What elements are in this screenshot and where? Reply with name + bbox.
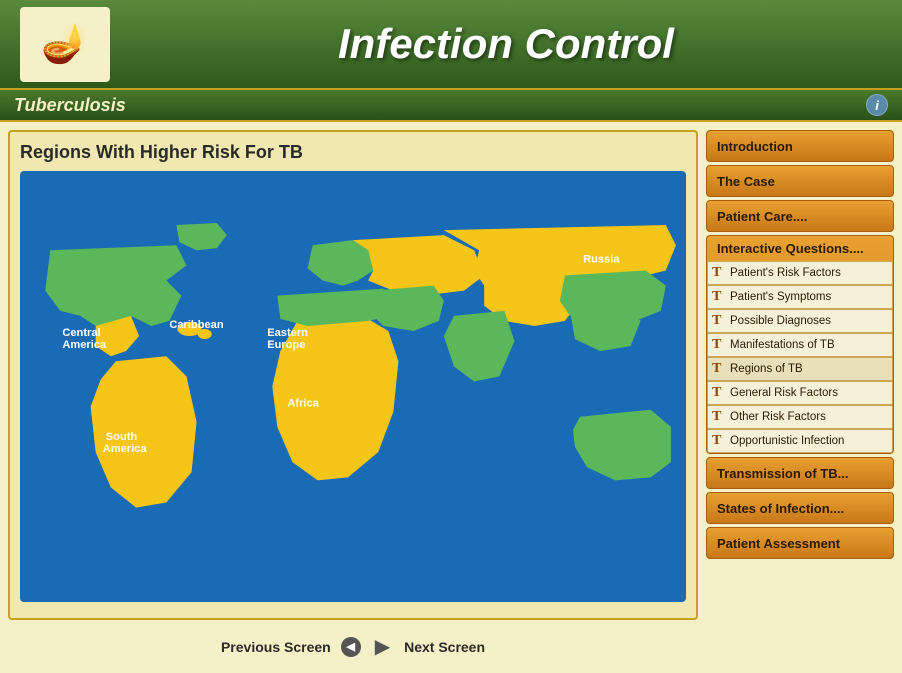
prev-button[interactable]: Previous Screen◀ xyxy=(221,637,361,657)
the-case-label: The Case xyxy=(717,174,775,189)
left-panel: Regions With Higher Risk For TB xyxy=(8,130,698,665)
sub-item-patients-risk[interactable]: T Patient's Risk Factors xyxy=(707,261,893,285)
manifestations-tb-label: Manifestations of TB xyxy=(730,339,835,351)
patient-assessment-label: Patient Assessment xyxy=(717,536,840,551)
sub-item-opportunistic[interactable]: T Opportunistic Infection xyxy=(707,429,893,453)
interactive-questions-header[interactable]: Interactive Questions.... xyxy=(707,236,893,261)
app-title: Infection Control xyxy=(130,20,882,68)
navigation-buttons: Previous Screen◀ ▶ Next Screen xyxy=(8,628,698,665)
t-icon-7: T xyxy=(712,409,726,425)
map-wrapper: Central America Caribbean Eastern Europe… xyxy=(20,171,686,602)
sidebar-item-the-case[interactable]: The Case xyxy=(706,165,894,197)
sub-header: Tuberculosis i xyxy=(0,88,902,122)
sidebar-item-patient-care[interactable]: Patient Care.... xyxy=(706,200,894,232)
patient-care-label: Patient Care.... xyxy=(717,209,807,224)
world-map-svg: Central America Caribbean Eastern Europe… xyxy=(20,171,686,602)
opportunistic-label: Opportunistic Infection xyxy=(730,435,844,447)
sidebar-item-patient-assessment[interactable]: Patient Assessment xyxy=(706,527,894,559)
next-arrow-icon: ▶ xyxy=(375,634,390,659)
sidebar-item-introduction[interactable]: Introduction xyxy=(706,130,894,162)
sub-item-possible-diagnoses[interactable]: T Possible Diagnoses xyxy=(707,309,893,333)
t-icon-4: T xyxy=(712,337,726,353)
sidebar: Introduction The Case Patient Care.... I… xyxy=(706,130,894,665)
states-infection-label: States of Infection.... xyxy=(717,501,844,516)
sub-item-regions-tb[interactable]: T Regions of TB xyxy=(707,357,893,381)
transmission-label: Transmission of TB... xyxy=(717,466,848,481)
map-container: Regions With Higher Risk For TB xyxy=(8,130,698,620)
sub-item-other-risk[interactable]: T Other Risk Factors xyxy=(707,405,893,429)
patients-symptoms-label: Patient's Symptoms xyxy=(730,291,831,303)
header: 🪔 Infection Control xyxy=(0,0,902,88)
t-icon-2: T xyxy=(712,289,726,305)
interactive-questions-group: Interactive Questions.... T Patient's Ri… xyxy=(706,235,894,454)
sidebar-item-transmission[interactable]: Transmission of TB... xyxy=(706,457,894,489)
sub-item-manifestations-tb[interactable]: T Manifestations of TB xyxy=(707,333,893,357)
other-risk-label: Other Risk Factors xyxy=(730,411,826,423)
logo: 🪔 xyxy=(20,7,110,82)
info-button[interactable]: i xyxy=(866,94,888,116)
prev-label: Previous Screen xyxy=(221,639,331,655)
general-risk-label: General Risk Factors xyxy=(730,387,838,399)
t-icon-5: T xyxy=(712,361,726,377)
sub-item-patients-symptoms[interactable]: T Patient's Symptoms xyxy=(707,285,893,309)
t-icon-1: T xyxy=(712,265,726,281)
sub-item-general-risk[interactable]: T General Risk Factors xyxy=(707,381,893,405)
main-content: Regions With Higher Risk For TB xyxy=(0,122,902,673)
patients-risk-label: Patient's Risk Factors xyxy=(730,267,841,279)
map-title: Regions With Higher Risk For TB xyxy=(20,142,686,163)
interactive-items-list: T Patient's Risk Factors T Patient's Sym… xyxy=(707,261,893,453)
t-icon-3: T xyxy=(712,313,726,329)
regions-tb-label: Regions of TB xyxy=(730,363,803,375)
next-button[interactable]: Next Screen xyxy=(404,639,485,655)
sidebar-item-states-infection[interactable]: States of Infection.... xyxy=(706,492,894,524)
module-title: Tuberculosis xyxy=(14,95,126,116)
introduction-label: Introduction xyxy=(717,139,793,154)
interactive-questions-label: Interactive Questions.... xyxy=(717,241,864,256)
t-icon-6: T xyxy=(712,385,726,401)
t-icon-8: T xyxy=(712,433,726,449)
possible-diagnoses-label: Possible Diagnoses xyxy=(730,315,831,327)
next-label: Next Screen xyxy=(404,639,485,655)
